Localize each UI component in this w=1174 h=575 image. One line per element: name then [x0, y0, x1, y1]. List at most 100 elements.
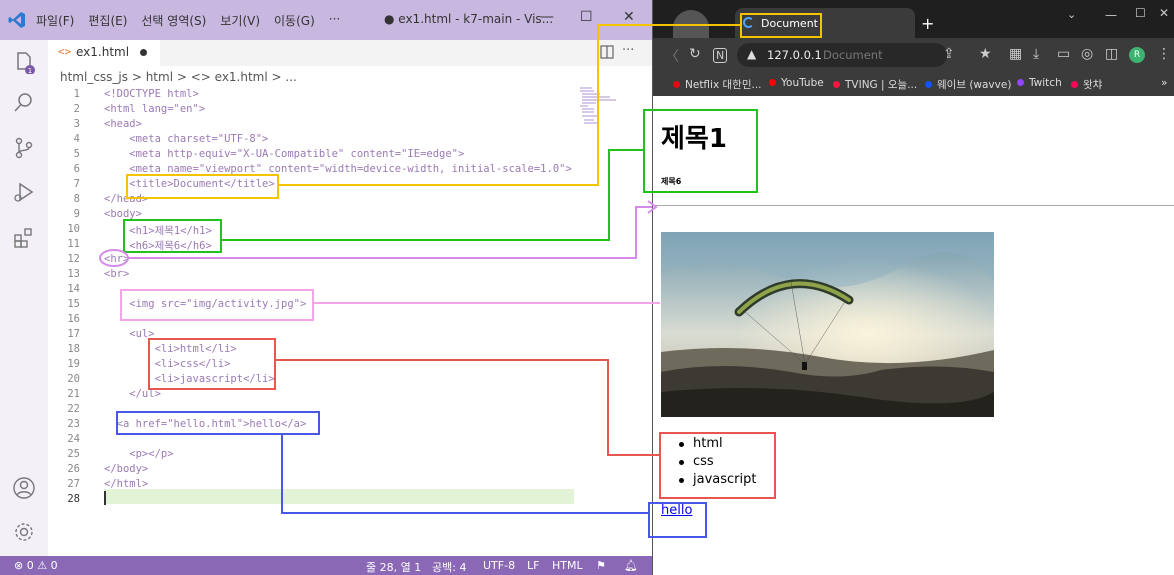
feedback-icon[interactable]: ⚑	[596, 559, 606, 572]
code-line: <!DOCTYPE html>	[104, 88, 199, 100]
indentation[interactable]: 공백: 4	[432, 559, 466, 575]
status-bar: ⊗ 0 ⚠ 0 줄 28, 열 1 공백: 4 UTF-8 LF HTML ⚑ …	[0, 556, 652, 575]
hello-link[interactable]: hello	[661, 503, 692, 518]
browser-tab-document[interactable]: Document	[735, 8, 915, 38]
line-number: 24	[67, 433, 80, 445]
close-icon[interactable]: ✕	[623, 9, 635, 25]
page-title-hint: Document	[823, 48, 883, 62]
tab-title: Document	[761, 17, 818, 30]
bookmark-label: 왓챠	[1083, 79, 1103, 91]
capture-icon[interactable]: ◎	[1081, 46, 1093, 62]
account-icon[interactable]	[12, 476, 36, 500]
editor-tab-bar: <> ex1.html ···	[48, 40, 652, 66]
notification-badge: 1	[28, 67, 32, 74]
browser-toolbar: 〈 ↻ N ▲ 127.0.0.1 Document ⇪ ★ ▦ ⤓ ▭ ◎ ◫…	[653, 38, 1174, 72]
line-number: 20	[67, 373, 80, 385]
bookmark-wavve[interactable]: 웨이브 (wavve)	[925, 77, 1011, 92]
code-editor[interactable]: 1 2 3 4 5 6 7 8 9 10 11 12 13 14 15 16 1…	[48, 86, 652, 556]
menu-go[interactable]: 이동(G)	[274, 12, 315, 29]
reload-icon[interactable]: ↻	[689, 46, 701, 62]
activity-bar: 1	[0, 40, 48, 556]
close-icon[interactable]: ✕	[1159, 6, 1169, 20]
line-number: 27	[67, 478, 80, 490]
line-number: 7	[73, 178, 80, 190]
maximize-icon[interactable]: ☐	[1135, 6, 1146, 20]
source-control-icon[interactable]	[12, 136, 36, 160]
youtube-favicon-icon	[769, 79, 776, 86]
tab-search-chevron-icon[interactable]: ⌄	[1067, 8, 1076, 21]
bookmark-watcha[interactable]: 왓챠	[1071, 77, 1102, 92]
menu-edit[interactable]: 편집(E)	[88, 12, 127, 29]
more-bookmarks-icon[interactable]: »	[1161, 77, 1167, 89]
minimap[interactable]	[580, 86, 620, 126]
problems-indicator[interactable]: ⊗ 0 ⚠ 0	[14, 559, 58, 572]
bookmark-twitch[interactable]: Twitch	[1017, 77, 1062, 89]
title-bar: 파일(F) 편집(E) 선택 영역(S) 보기(V) 이동(G) ··· ● e…	[0, 0, 652, 40]
naver-whale-icon[interactable]: N	[713, 48, 728, 63]
maximize-icon[interactable]: ☐	[580, 9, 593, 25]
bookmark-star-icon[interactable]: ★	[979, 46, 992, 62]
translate-flag-icon[interactable]: ▦	[1009, 46, 1022, 62]
list-item: html	[677, 436, 756, 454]
vscode-logo-icon	[8, 12, 25, 28]
code-line: <body>	[104, 208, 142, 220]
minimize-icon[interactable]: —	[1105, 8, 1117, 22]
run-debug-icon[interactable]	[12, 180, 36, 204]
split-editor-icon[interactable]	[600, 45, 614, 59]
back-icon[interactable]: 〈	[665, 46, 679, 66]
share-icon[interactable]: ⇪	[943, 46, 955, 62]
menu-selection[interactable]: 선택 영역(S)	[141, 12, 206, 29]
split-view-icon[interactable]: ◫	[1105, 46, 1118, 62]
address-bar[interactable]: ▲ 127.0.0.1 Document	[737, 43, 947, 67]
code-line: <title>Document</title>	[104, 178, 275, 190]
line-number: 6	[73, 163, 80, 175]
end-of-line[interactable]: LF	[527, 559, 539, 572]
explorer-icon[interactable]: 1	[12, 50, 36, 74]
tab-group-avatar[interactable]	[673, 10, 709, 38]
bookmark-tving[interactable]: TVING | 오늘...	[833, 77, 917, 92]
menu-kebab-icon[interactable]: ⋮	[1157, 46, 1171, 62]
encoding[interactable]: UTF-8	[483, 559, 515, 572]
bookmark-youtube[interactable]: YouTube	[769, 77, 824, 89]
line-number: 1	[73, 88, 80, 100]
menu-view[interactable]: 보기(V)	[220, 12, 260, 29]
notifications-bell-icon[interactable]: 🔔︎	[624, 559, 638, 572]
sidebar-icon[interactable]: ▭	[1057, 46, 1070, 62]
browser-window: Document + ⌄ — ☐ ✕ 〈 ↻ N ▲ 127.0.0.1 Doc…	[652, 0, 1174, 575]
watcha-favicon-icon	[1071, 81, 1078, 88]
extensions-icon[interactable]	[12, 226, 36, 250]
search-icon[interactable]	[12, 90, 36, 114]
line-number: 28	[67, 493, 80, 505]
tab-ex1-html[interactable]: <> ex1.html	[48, 40, 160, 66]
menu-file[interactable]: 파일(F)	[36, 12, 74, 29]
twitch-favicon-icon	[1017, 79, 1024, 86]
page-content: 제목1 제목6 html css javascript hello	[653, 96, 1174, 575]
cursor-position[interactable]: 줄 28, 열 1	[366, 559, 421, 575]
minimize-icon[interactable]: —	[540, 9, 554, 25]
more-actions-icon[interactable]: ···	[622, 43, 634, 58]
bookmark-netflix[interactable]: Netflix 대한민...	[673, 77, 762, 92]
line-number: 14	[67, 283, 80, 295]
bookmark-label: 웨이브 (wavve)	[937, 79, 1012, 91]
menu-more[interactable]: ···	[329, 12, 340, 29]
new-tab-button[interactable]: +	[921, 14, 934, 33]
breadcrumb[interactable]: html_css_js > html > <> ex1.html > ...	[60, 70, 297, 84]
line-number: 22	[67, 403, 80, 415]
settings-gear-icon[interactable]	[12, 520, 36, 544]
unsaved-dot-icon[interactable]	[140, 49, 147, 56]
language-mode[interactable]: HTML	[552, 559, 583, 572]
code-line: <li>javascript</li>	[104, 373, 275, 385]
line-number: 8	[73, 193, 80, 205]
line-number: 16	[67, 313, 80, 325]
line-number: 4	[73, 133, 80, 145]
url-text: 127.0.0.1	[767, 48, 822, 62]
page-heading-h1: 제목1	[661, 124, 727, 154]
code-line: </ul>	[104, 388, 161, 400]
line-number: 23	[67, 418, 80, 430]
not-secure-icon[interactable]: ▲	[747, 47, 756, 61]
line-number: 2	[73, 103, 80, 115]
code-line: </body>	[104, 463, 149, 475]
code-line: <meta http-equiv="X-UA-Compatible" conte…	[104, 148, 465, 160]
download-icon[interactable]: ⤓	[1033, 46, 1039, 62]
profile-avatar[interactable]: R	[1129, 47, 1145, 63]
